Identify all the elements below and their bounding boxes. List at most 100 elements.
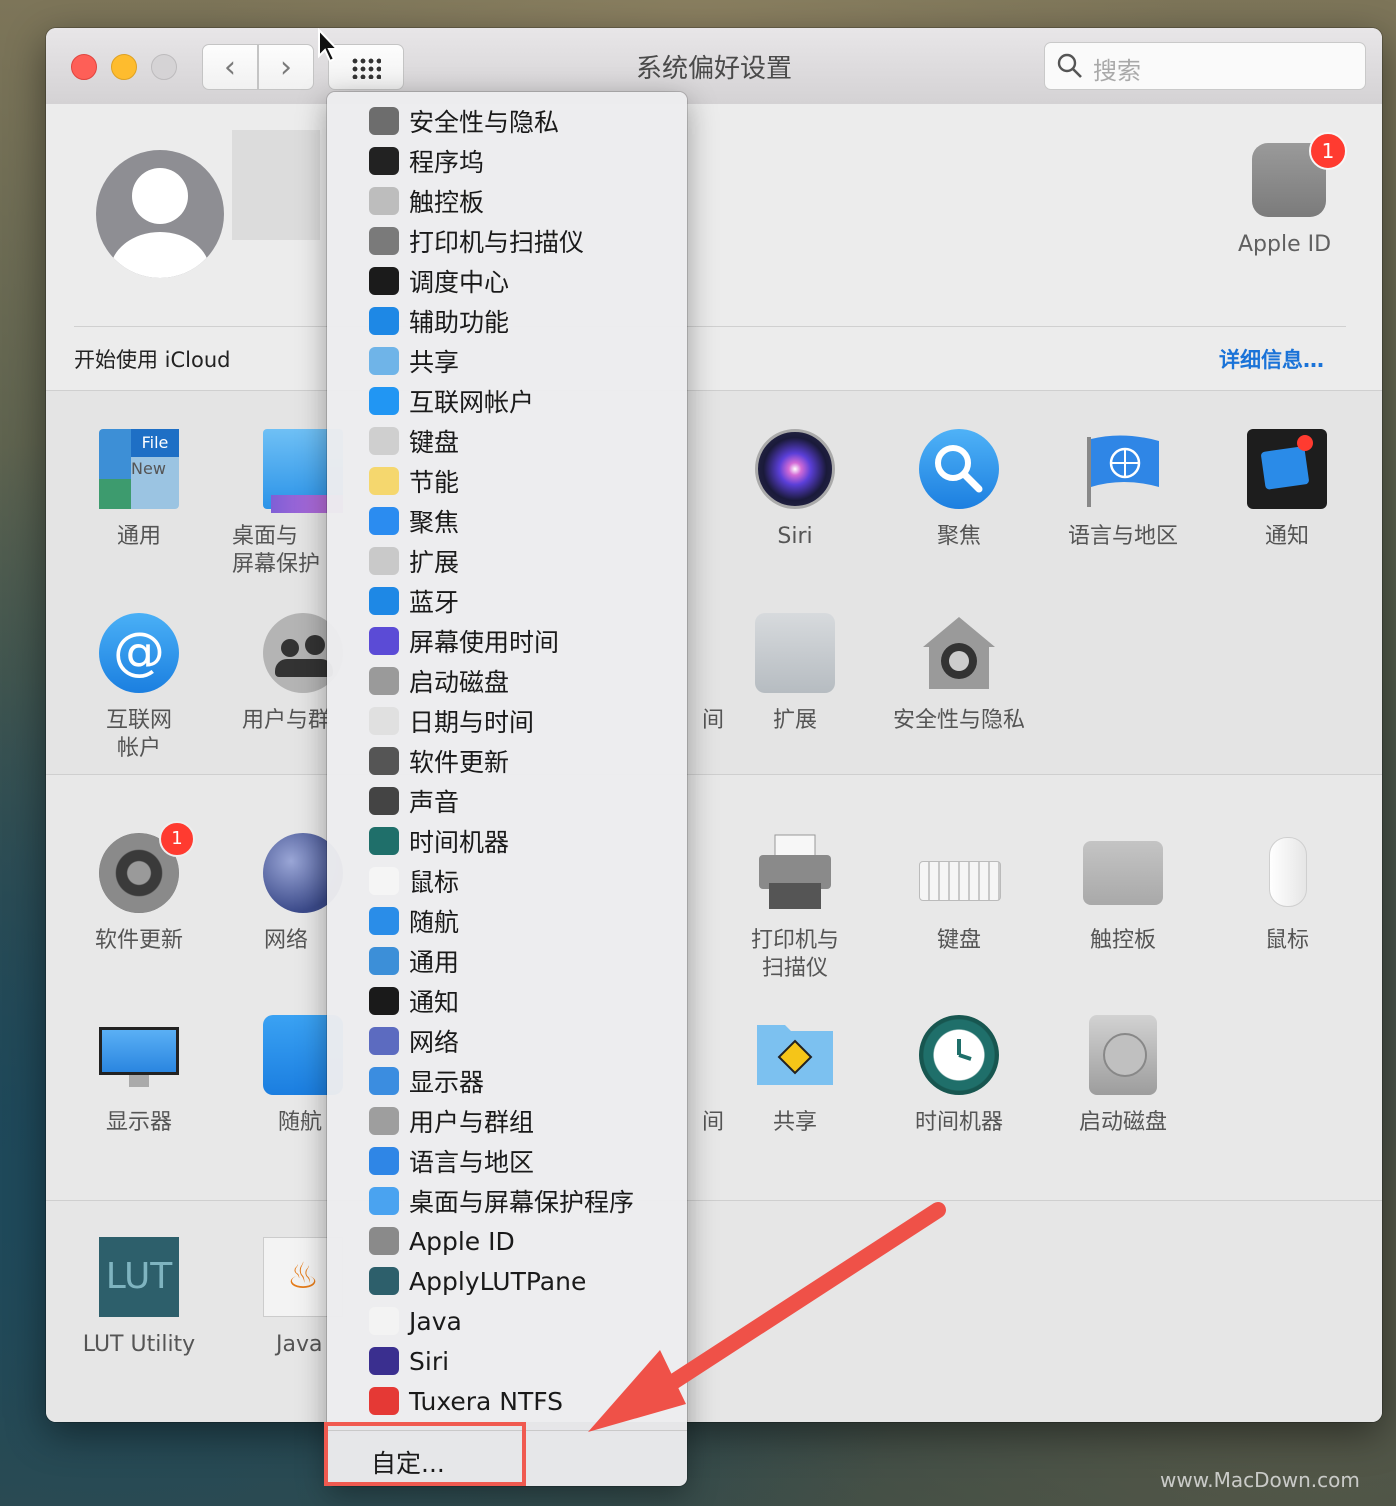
details-link[interactable]: 详细信息… xyxy=(1219,344,1324,374)
menu-item[interactable]: 随航 xyxy=(369,901,459,941)
spotlight-icon xyxy=(919,429,999,509)
menu-item-label: 触控板 xyxy=(409,188,485,217)
menu-item-label: 蓝牙 xyxy=(409,588,460,617)
pref-printers[interactable]: 打印机与 扫描仪 xyxy=(720,833,870,983)
pref-siri[interactable]: Siri xyxy=(720,429,870,551)
menu-item[interactable]: 调度中心 xyxy=(369,261,509,301)
pref-label: 软件更新 xyxy=(94,928,183,953)
spotlight-icon xyxy=(369,507,399,535)
dock-icon xyxy=(369,147,399,175)
pref-time-machine[interactable]: 时间机器 xyxy=(884,1015,1034,1137)
pref-general[interactable]: File New 通用 xyxy=(64,429,214,551)
sharing-icon xyxy=(755,1015,835,1095)
menu-item[interactable]: 蓝牙 xyxy=(369,581,459,621)
users-icon xyxy=(369,1107,399,1135)
bluetooth-icon xyxy=(369,587,399,615)
user-avatar[interactable] xyxy=(96,150,224,278)
menu-item[interactable]: 屏幕使用时间 xyxy=(369,621,559,661)
menu-item[interactable]: Java xyxy=(369,1301,462,1341)
menu-item[interactable]: 日期与时间 xyxy=(369,701,534,741)
pref-internet-accounts[interactable]: @ 互联网 帐户 xyxy=(64,613,214,763)
pref-trackpad[interactable]: 触控板 xyxy=(1048,833,1198,955)
pref-mouse[interactable]: 鼠标 xyxy=(1212,833,1362,955)
security-icon xyxy=(369,107,399,135)
pref-lut-utility[interactable]: LUT LUT Utility xyxy=(64,1237,214,1359)
menu-item[interactable]: 用户与群组 xyxy=(369,1101,534,1141)
icloud-prompt: 开始使用 iCloud xyxy=(74,348,231,372)
mission-control-icon xyxy=(369,267,399,295)
menu-item[interactable]: Apple ID xyxy=(369,1221,515,1261)
menu-item[interactable]: 互联网帐户 xyxy=(369,381,534,421)
siri-icon xyxy=(369,1347,399,1375)
pref-label: 共享 xyxy=(772,1110,817,1135)
pref-section-2: 1 软件更新 网络 打印机与 扫描仪 键盘 触控板 鼠标 显示器 随航 间 共享… xyxy=(46,774,1382,1201)
menu-item[interactable]: 共享 xyxy=(369,341,459,381)
menu-item[interactable]: 显示器 xyxy=(369,1061,484,1101)
menu-item-label: 通知 xyxy=(409,988,460,1017)
keyboard-icon xyxy=(369,427,399,455)
menu-item[interactable]: 时间机器 xyxy=(369,821,509,861)
pref-label: 通知 xyxy=(1264,524,1309,549)
software-update-icon: 1 xyxy=(99,821,195,913)
pref-security[interactable]: 安全性与隐私 xyxy=(884,613,1034,735)
blurred-user-name xyxy=(232,130,320,240)
keyboard-icon xyxy=(919,833,1001,913)
menu-item[interactable]: 通知 xyxy=(369,981,459,1021)
pref-keyboard[interactable]: 键盘 xyxy=(884,833,1034,955)
internet-accounts-icon xyxy=(369,387,399,415)
mouse-pointer-icon xyxy=(318,28,340,63)
pref-label: 安全性与隐私 xyxy=(892,708,1025,733)
menu-item[interactable]: Tuxera NTFS xyxy=(369,1381,563,1421)
menu-item[interactable]: 安全性与隐私 xyxy=(369,101,559,141)
pref-label: 聚焦 xyxy=(936,524,981,549)
language-icon xyxy=(1083,429,1163,509)
menu-item[interactable]: 通用 xyxy=(369,941,459,981)
siri-icon xyxy=(755,429,835,509)
menu-item-label: 显示器 xyxy=(409,1068,485,1097)
menu-item[interactable]: 声音 xyxy=(369,781,459,821)
pref-startup-disk[interactable]: 启动磁盘 xyxy=(1048,1015,1198,1137)
apple-id-label[interactable]: Apple ID xyxy=(1238,232,1331,257)
pref-label: 键盘 xyxy=(936,928,981,953)
startup-disk-icon xyxy=(369,667,399,695)
menu-item-label: 软件更新 xyxy=(409,748,510,777)
menu-item[interactable]: 启动磁盘 xyxy=(369,661,509,701)
pref-display[interactable]: 显示器 xyxy=(64,1015,214,1137)
extensions-icon xyxy=(755,613,835,693)
menu-item[interactable]: 聚焦 xyxy=(369,501,459,541)
menu-item[interactable]: 触控板 xyxy=(369,181,484,221)
menu-item[interactable]: 辅助功能 xyxy=(369,301,509,341)
general-icon xyxy=(369,947,399,975)
pref-spotlight[interactable]: 聚焦 xyxy=(884,429,1034,551)
menu-item[interactable]: 网络 xyxy=(369,1021,459,1061)
menu-item[interactable]: 扩展 xyxy=(369,541,459,581)
menu-item[interactable]: 程序坞 xyxy=(369,141,484,181)
pref-notifications[interactable]: 通知 xyxy=(1212,429,1362,551)
menu-item-label: 屏幕使用时间 xyxy=(409,628,560,657)
time-machine-icon xyxy=(369,827,399,855)
pref-software-update[interactable]: 1 软件更新 xyxy=(64,821,214,955)
menu-item[interactable]: 软件更新 xyxy=(369,741,509,781)
internet-accounts-icon: @ xyxy=(99,613,179,693)
menu-item[interactable]: 节能 xyxy=(369,461,459,501)
pref-sharing[interactable]: 共享 xyxy=(720,1015,870,1137)
pref-language[interactable]: 语言与地区 xyxy=(1048,429,1198,551)
display-icon xyxy=(99,1015,179,1095)
account-section: 1 Apple ID 开始使用 iCloud 详细信息… xyxy=(46,104,1382,388)
menu-item-label: Tuxera NTFS xyxy=(409,1386,564,1416)
menu-item[interactable]: 鼠标 xyxy=(369,861,459,901)
printer-icon xyxy=(369,227,399,255)
menu-item-label: 随航 xyxy=(409,908,460,937)
menu-item[interactable]: ApplyLUTPane xyxy=(369,1261,586,1301)
pref-label: 显示器 xyxy=(105,1110,172,1135)
pref-label: 触控板 xyxy=(1089,928,1156,953)
menu-item[interactable]: 打印机与扫描仪 xyxy=(369,221,584,261)
menu-item[interactable]: Siri xyxy=(369,1341,449,1381)
search-field[interactable]: 搜索 xyxy=(1044,42,1366,90)
software-update-icon xyxy=(369,747,399,775)
menu-item[interactable]: 语言与地区 xyxy=(369,1141,534,1181)
menu-item-label: 鼠标 xyxy=(409,868,460,897)
pref-extensions[interactable]: 扩展 xyxy=(720,613,870,735)
menu-item[interactable]: 键盘 xyxy=(369,421,459,461)
customize-highlight xyxy=(324,1422,526,1486)
